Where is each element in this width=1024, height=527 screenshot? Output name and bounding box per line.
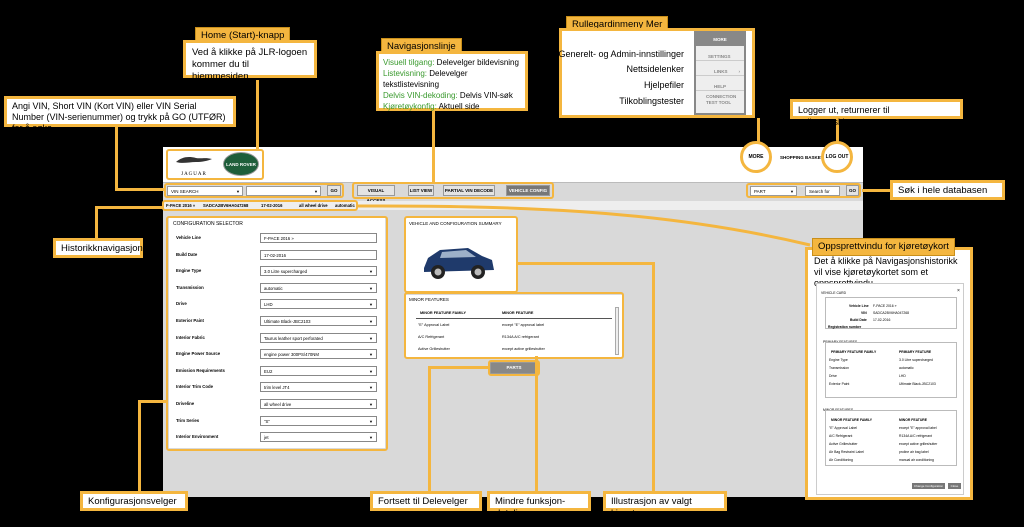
vehicle-card-popup-callout: Det å klikke på Navigasjonshistorikk vil… [805,247,973,500]
change-configuration-button[interactable]: Change Configuration [912,483,945,489]
menu-item-help[interactable]: HELP [696,76,744,91]
more-label: Generelt- og Admin-innstillinger [558,49,684,59]
connector-line [518,262,654,265]
nav-key: Delvis VIN-dekoding: [383,91,458,100]
nav-desc: Delvis VIN-søk [457,91,513,100]
more-circle-label: MORE [748,154,764,160]
logout-callout-text: Logger ut, returnerer til velkomstskjerm… [798,105,890,127]
nav-key: Kjøretøykonfig: [383,102,437,111]
illustration-callout: Illustrasjon av valgt kjøretøy [603,491,727,519]
connector-line [432,110,435,183]
nav-callout: Visuell tilgang: Delevelger bildevisning… [376,51,528,111]
nav-line: Kjøretøykonfig: Aktuell side [383,101,521,112]
highlight-parts [488,360,540,376]
minor-callout: Mindre funksjon-detaljer [487,491,591,519]
vin-callout: Angi VIN, Short VIN (Kort VIN) eller VIN… [4,96,236,133]
home-callout: Ved å klikke på JLR-logoen kommer du til… [183,40,317,82]
connector-line [95,206,98,240]
vehicle-card-window: VEHICLE CARD × Vehicle Line F-PACE 2016 … [816,283,964,495]
card-field-label: Registration number [828,325,862,329]
more-circle: MORE [740,141,772,173]
history-callout: Historikknavigasjon [53,238,143,258]
more-dropdown-menu: MORE SETTINGS LINKS › HELP CONNECTION TES… [694,31,746,115]
highlight-minor [404,292,624,359]
highlight-search-db [746,183,861,198]
connector-curve [356,204,811,247]
nav-desc: Delevelger bildevisning [434,58,519,67]
card-field-value: 17-02-2016 [873,318,891,322]
highlight-breadcrumb [162,200,358,211]
continue-text: Fortsett til Delevelger [378,496,468,507]
connector-line [95,206,163,209]
search-db-callout: Søk i hele databasen [890,180,1005,200]
nav-key: Visuell tilgang: [383,58,435,67]
more-callout: Generelt- og Admin-innstillinger Nettsid… [558,28,755,118]
minor-text: Mindre funksjon-detaljer [495,496,566,519]
table-cell: manual air conditioning [899,458,934,462]
home-callout-text: Ved å klikke på JLR-logoen kommer du til… [192,47,308,82]
menu-item-settings[interactable]: SETTINGS [696,46,744,61]
logout-circle: LOG OUT [821,141,853,173]
shopping-basket-link[interactable]: SHOPPING BASKET [780,155,824,160]
nav-line: Listevisning: Delevelger tekstlistevisni… [383,68,521,90]
connector-line [138,400,168,403]
connector-line [115,127,118,190]
vin-callout-text: Angi VIN, Short VIN (Kort VIN) eller VIN… [12,101,226,133]
more-menu-header: MORE [696,33,744,46]
more-label: Tilkoblingstester [619,96,684,106]
highlight-logo [166,149,264,180]
highlight-nav-tabs [352,182,554,199]
nav-line: Visuell tilgang: Delevelger bildevisning [383,57,521,68]
close-button[interactable]: Close [948,483,961,489]
continue-callout: Fortsett til Delevelger [370,491,482,511]
connector-line [757,118,760,142]
menu-item-links[interactable]: LINKS › [696,61,744,76]
menu-item-connection-test[interactable]: CONNECTION TEST TOOL [696,91,744,111]
connector-line [652,262,655,492]
config-selector-text: Konfigurasjonsvelger [88,496,177,507]
history-text: Historikknavigasjon [61,243,143,254]
more-label: Nettsidelenker [626,64,684,74]
menu-item-links-label: LINKS [714,69,728,74]
nav-key: Listevisning: [383,69,428,78]
nav-desc: Aktuell side [436,102,480,111]
highlight-config [166,216,388,451]
connector-line [138,400,141,492]
connector-line [428,366,490,369]
connector-line [862,189,892,192]
logout-callout: Logger ut, returnerer til velkomstskjerm… [790,99,963,127]
chevron-right-icon: › [738,69,741,74]
table-cell: Exterior Paint [829,382,850,386]
connector-line [115,188,165,191]
logout-circle-label: LOG OUT [825,154,849,160]
nav-line: Delvis VIN-dekoding: Delvis VIN-søk [383,90,521,101]
illustration-text: Illustrasjon av valgt kjøretøy [611,496,692,519]
connector-line [535,356,538,492]
table-cell: Ultimate Black-JBC2103 [899,382,936,386]
popup-callout-title: Oppsprettvindu for kjøretøykort [812,238,955,256]
connector-line [428,366,431,492]
connector-line [256,80,259,150]
close-icon[interactable]: × [957,285,960,297]
more-label: Hjelpefiler [643,80,684,90]
config-selector-callout: Konfigurasjonsvelger [80,491,188,511]
highlight-vin-search [164,183,344,198]
table-cell: Air Conditioning [829,458,853,462]
search-db-text: Søk i hele databasen [898,185,988,196]
